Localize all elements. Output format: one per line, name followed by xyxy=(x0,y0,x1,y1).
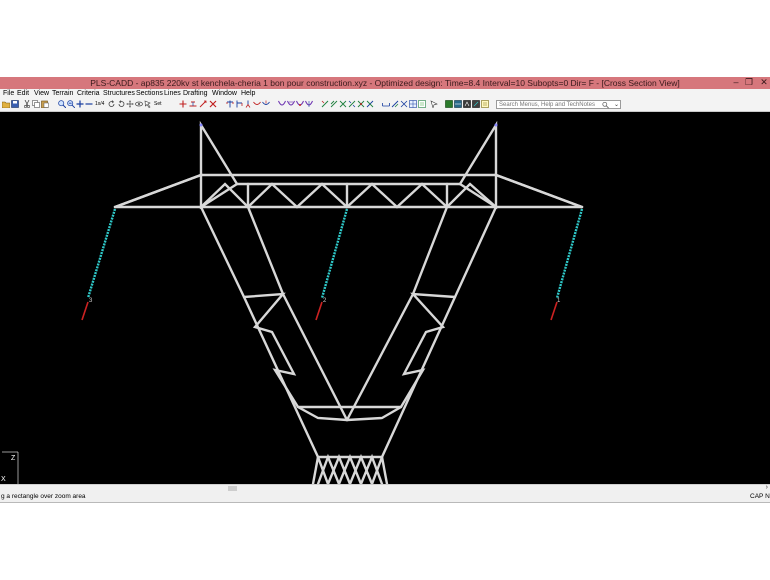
menu-terrain[interactable]: Terrain xyxy=(52,89,73,98)
grid-icon[interactable] xyxy=(409,100,417,108)
select-icon[interactable] xyxy=(144,100,152,108)
sag-tool-icon[interactable] xyxy=(262,100,270,108)
add-line-icon[interactable] xyxy=(189,100,197,108)
check-5-icon[interactable] xyxy=(357,100,365,108)
check-1-icon[interactable] xyxy=(321,100,329,108)
span-tool-2-icon[interactable] xyxy=(287,100,295,108)
insulator-tool-icon[interactable] xyxy=(244,100,252,108)
check-3-icon[interactable] xyxy=(339,100,347,108)
sheet-view-icon[interactable] xyxy=(481,100,489,108)
menu-lines[interactable]: Lines xyxy=(164,89,181,98)
3d-view-icon[interactable] xyxy=(472,100,480,108)
plus-icon[interactable] xyxy=(76,100,84,108)
rotate-left-icon[interactable] xyxy=(108,100,116,108)
search-placeholder: Search Menus, Help and TechNotes xyxy=(499,102,595,108)
restore-button[interactable]: ❐ xyxy=(743,77,755,89)
orbit-icon[interactable] xyxy=(135,100,143,108)
check-4-icon[interactable] xyxy=(348,100,356,108)
menu-drafting[interactable]: Drafting xyxy=(183,89,208,98)
tower-drawing[interactable]: 3 2 1 Z X xyxy=(0,112,770,488)
set-view-label[interactable]: Set xyxy=(154,100,164,108)
profile-view-icon[interactable] xyxy=(445,100,453,108)
toolbar: 1x/4 Set xyxy=(0,98,770,112)
peak-marker-right xyxy=(494,123,498,127)
menu-edit[interactable]: Edit xyxy=(17,89,29,98)
move-point-icon[interactable] xyxy=(199,100,207,108)
clearance-icon[interactable] xyxy=(391,100,399,108)
menu-sections[interactable]: Sections xyxy=(136,89,163,98)
pan-icon[interactable] xyxy=(126,100,134,108)
title-bar: PLS-CADD - ap835 220kv st kenchela-cheri… xyxy=(0,77,770,89)
cut-icon[interactable] xyxy=(23,100,31,108)
search-icon[interactable] xyxy=(602,101,609,109)
close-button[interactable]: ✕ xyxy=(758,77,770,89)
menu-file[interactable]: File xyxy=(3,89,14,98)
window-title: PLS-CADD - ap835 220kv st kenchela-cheri… xyxy=(90,78,680,88)
menu-structures[interactable]: Structures xyxy=(103,89,135,98)
search-input[interactable]: Search Menus, Help and TechNotes ⌄ xyxy=(496,100,621,109)
span-tool-4-icon[interactable] xyxy=(305,100,313,108)
status-prompt: g a rectangle over zoom area xyxy=(1,493,86,500)
span-tool-3-icon[interactable] xyxy=(296,100,304,108)
chevron-right-icon[interactable]: › xyxy=(766,484,768,491)
window-bottom-border xyxy=(0,502,770,503)
save-icon[interactable] xyxy=(11,100,19,108)
delete-point-icon[interactable] xyxy=(209,100,217,108)
canvas-background xyxy=(0,112,770,484)
report-icon[interactable] xyxy=(400,100,408,108)
check-6-icon[interactable] xyxy=(366,100,374,108)
crossarm-tool-icon[interactable] xyxy=(235,100,243,108)
structure-tool-icon[interactable] xyxy=(226,100,234,108)
app-window: PLS-CADD - ap835 220kv st kenchela-cheri… xyxy=(0,77,770,504)
plan-view-icon[interactable] xyxy=(454,100,462,108)
rotate-right-icon[interactable] xyxy=(117,100,125,108)
menu-view[interactable]: View xyxy=(34,89,49,98)
wire-tool-icon[interactable] xyxy=(253,100,261,108)
peak-marker-left xyxy=(199,123,203,127)
span-tool-1-icon[interactable] xyxy=(278,100,286,108)
scrollbar-thumb[interactable] xyxy=(228,486,237,491)
menu-criteria[interactable]: Criteria xyxy=(77,89,100,98)
axis-z-label: Z xyxy=(11,455,16,462)
status-bar: g a rectangle over zoom area CAP N xyxy=(0,492,770,502)
status-indicators: CAP N xyxy=(750,492,770,502)
cross-section-view[interactable]: 3 2 1 Z X xyxy=(0,112,770,488)
check-2-icon[interactable] xyxy=(330,100,338,108)
measure-icon[interactable] xyxy=(382,100,390,108)
zoom-in-icon[interactable] xyxy=(58,100,66,108)
paste-icon[interactable] xyxy=(41,100,49,108)
zoom-out-icon[interactable] xyxy=(67,100,75,108)
add-point-icon[interactable] xyxy=(179,100,187,108)
pointer-icon[interactable] xyxy=(430,100,438,108)
caps-indicator: CAP xyxy=(750,493,764,500)
minimize-button[interactable]: – xyxy=(730,77,742,89)
layer-icon[interactable] xyxy=(418,100,426,108)
chevron-down-icon[interactable]: ⌄ xyxy=(614,101,619,109)
section-view-icon[interactable] xyxy=(463,100,471,108)
num-indicator: N xyxy=(765,493,770,500)
zoom-factor-label[interactable]: 1x/4 xyxy=(95,100,105,108)
copy-icon[interactable] xyxy=(32,100,40,108)
menu-window[interactable]: Window xyxy=(212,89,237,98)
minus-icon[interactable] xyxy=(85,100,93,108)
open-file-icon[interactable] xyxy=(2,100,10,108)
menu-help[interactable]: Help xyxy=(241,89,255,98)
menu-bar: File Edit View Terrain Criteria Structur… xyxy=(0,89,770,98)
axis-x-label: X xyxy=(1,476,6,483)
